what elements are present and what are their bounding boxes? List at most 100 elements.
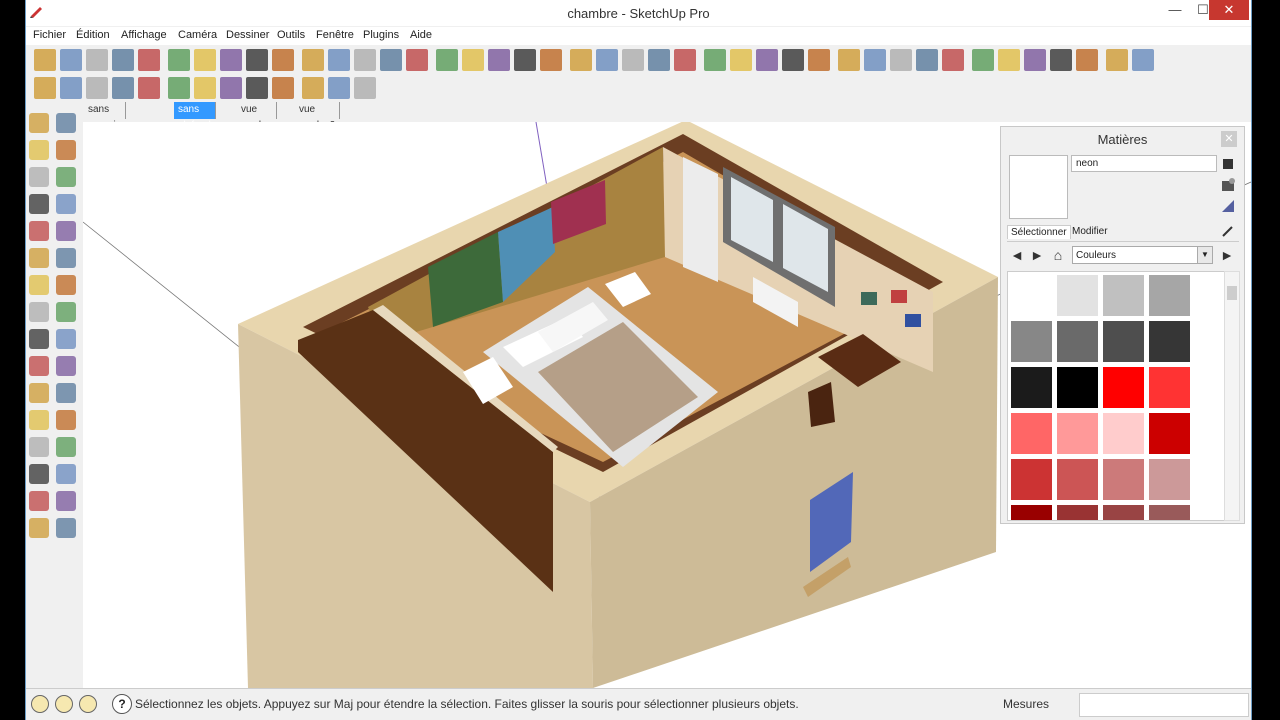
follow-me-icon[interactable] xyxy=(1076,49,1098,71)
stamp-icon[interactable] xyxy=(596,49,618,71)
warehouse-icon[interactable] xyxy=(674,49,696,71)
library-dropdown[interactable]: Couleurs ▼ xyxy=(1072,246,1213,264)
cone-icon[interactable] xyxy=(302,77,324,99)
details-arrow-icon[interactable]: ► xyxy=(1219,247,1235,263)
color-swatch[interactable] xyxy=(1057,367,1098,408)
scale-icon[interactable] xyxy=(1132,49,1154,71)
rotate-icon[interactable] xyxy=(890,49,912,71)
sun-rise-icon[interactable] xyxy=(138,77,160,99)
color-swatch[interactable] xyxy=(1057,413,1098,454)
section-icon[interactable] xyxy=(838,49,860,71)
share-model-icon[interactable] xyxy=(704,49,726,71)
menu-edition[interactable]: Édition xyxy=(76,29,110,41)
offset-icon[interactable] xyxy=(56,302,76,322)
line-icon[interactable] xyxy=(56,167,76,187)
geo-location-icon[interactable] xyxy=(31,695,49,713)
color-swatch[interactable] xyxy=(1011,321,1052,362)
measurements-field[interactable] xyxy=(1079,693,1249,717)
eyedropper-icon[interactable] xyxy=(1220,223,1236,239)
color-swatch[interactable] xyxy=(1057,321,1098,362)
color-swatch[interactable] xyxy=(1103,413,1144,454)
color-swatch[interactable] xyxy=(1103,367,1144,408)
color-swatch[interactable] xyxy=(1149,367,1190,408)
movie-icon[interactable] xyxy=(220,77,242,99)
credits-icon[interactable] xyxy=(55,695,73,713)
look-around-icon[interactable] xyxy=(56,491,76,511)
dots-icon[interactable] xyxy=(354,77,376,99)
wireframe-icon[interactable] xyxy=(380,49,402,71)
offset-icon[interactable] xyxy=(1106,49,1128,71)
position-camera-icon[interactable] xyxy=(29,491,49,511)
color-swatch[interactable] xyxy=(1103,505,1144,520)
solid-union-icon[interactable] xyxy=(756,49,778,71)
walk-icon[interactable] xyxy=(998,49,1020,71)
color-swatch[interactable] xyxy=(1149,505,1190,520)
scene-tab-vue-rendus2[interactable]: vue rendus2 xyxy=(295,102,341,131)
front-view-icon[interactable] xyxy=(220,49,242,71)
forward-arrow-icon[interactable]: ► xyxy=(1029,247,1045,263)
swatches-scrollbar[interactable] xyxy=(1224,271,1240,521)
zoom-extents-icon[interactable] xyxy=(56,437,76,457)
next-view-icon[interactable] xyxy=(56,464,76,484)
color-swatch[interactable] xyxy=(1011,459,1052,500)
scale-icon[interactable] xyxy=(29,302,49,322)
color-swatch[interactable] xyxy=(1149,413,1190,454)
push-pull-icon[interactable] xyxy=(56,248,76,268)
color-swatch[interactable] xyxy=(1011,413,1052,454)
menu-aide[interactable]: Aide xyxy=(410,29,432,41)
user-icon[interactable] xyxy=(79,695,97,713)
previous-view-icon[interactable] xyxy=(29,464,49,484)
color-swatch[interactable] xyxy=(1057,459,1098,500)
help-icon[interactable]: ? xyxy=(112,694,132,714)
menu-fenetre[interactable]: Fenêtre xyxy=(316,29,354,41)
look-icon[interactable] xyxy=(1024,49,1046,71)
menu-affichage[interactable]: Affichage xyxy=(121,29,167,41)
house-icon[interactable] xyxy=(112,49,134,71)
position-camera-icon[interactable] xyxy=(1050,49,1072,71)
color-swatch[interactable] xyxy=(1103,459,1144,500)
film-icon[interactable] xyxy=(194,77,216,99)
wall-icon[interactable] xyxy=(138,49,160,71)
3d-text-icon[interactable] xyxy=(56,383,76,403)
solid-subtract-icon[interactable] xyxy=(782,49,804,71)
axes-icon[interactable] xyxy=(29,383,49,403)
menu-plugins[interactable]: Plugins xyxy=(363,29,399,41)
color-swatch[interactable] xyxy=(1011,275,1052,316)
hidden-line-icon[interactable] xyxy=(406,49,428,71)
diamond-icon[interactable] xyxy=(272,77,294,99)
textured-icon[interactable] xyxy=(462,49,484,71)
tab-modify[interactable]: Modifier xyxy=(1069,225,1111,238)
flip-edge-icon[interactable] xyxy=(648,49,670,71)
right-view-icon[interactable] xyxy=(246,49,268,71)
color-swatch[interactable] xyxy=(1149,275,1190,316)
chevron-down-icon[interactable]: ▼ xyxy=(1197,247,1212,263)
materials-close-button[interactable]: ✕ xyxy=(1221,131,1237,147)
solid-intersect-icon[interactable] xyxy=(808,49,830,71)
text-icon[interactable] xyxy=(56,356,76,376)
eraser-icon[interactable] xyxy=(56,113,76,133)
get-models-icon[interactable] xyxy=(730,49,752,71)
color-grid-icon[interactable] xyxy=(328,77,350,99)
polygon-icon[interactable] xyxy=(29,221,49,241)
menu-dessiner[interactable]: Dessiner xyxy=(226,29,269,41)
shadow-icon[interactable] xyxy=(34,77,56,99)
bottom-view-icon[interactable] xyxy=(328,49,350,71)
section-plane-icon[interactable] xyxy=(56,518,76,538)
shaded-icon[interactable] xyxy=(436,49,458,71)
color-swatch[interactable] xyxy=(1011,367,1052,408)
north-icon[interactable] xyxy=(86,77,108,99)
erase-icon[interactable] xyxy=(56,140,76,160)
protractor-icon[interactable] xyxy=(29,356,49,376)
left-view-icon[interactable] xyxy=(302,49,324,71)
freehand-icon[interactable] xyxy=(56,221,76,241)
orbit-icon[interactable] xyxy=(29,410,49,430)
back-view-icon[interactable] xyxy=(272,49,294,71)
menu-fichier[interactable]: Fichier xyxy=(33,29,66,41)
default-material-icon[interactable] xyxy=(1220,156,1236,172)
minimize-button[interactable]: — xyxy=(1161,0,1189,20)
color-swatch[interactable] xyxy=(1057,275,1098,316)
close-button[interactable]: ✕ xyxy=(1209,0,1249,20)
circle-icon[interactable] xyxy=(29,194,49,214)
color-swatch[interactable] xyxy=(1103,275,1144,316)
menu-camera[interactable]: Caméra xyxy=(178,29,217,41)
